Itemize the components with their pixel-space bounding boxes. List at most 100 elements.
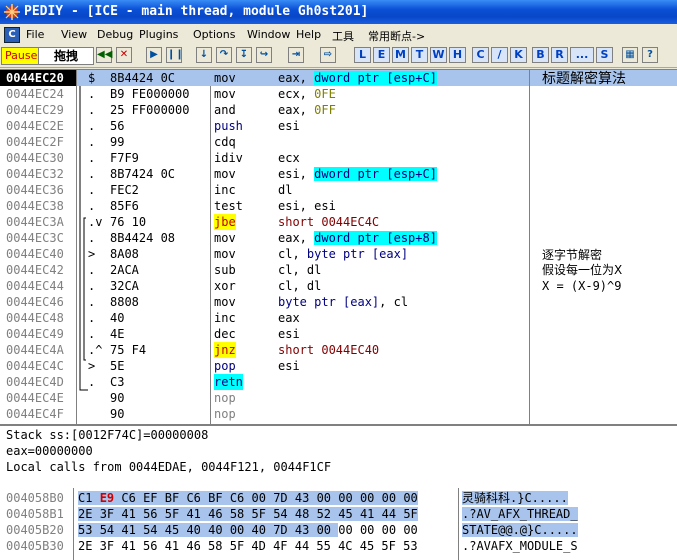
- disasm-bytes: 5E: [110, 359, 125, 373]
- step-into-icon[interactable]: ↓: [196, 47, 212, 63]
- menu-debug[interactable]: Debug: [97, 28, 133, 41]
- toolbar-letter-k[interactable]: K: [510, 47, 527, 63]
- disasm-mnemonic: push: [214, 119, 243, 133]
- disasm-marker: .: [88, 167, 96, 181]
- disasm-marker: .: [88, 103, 96, 117]
- disassembly-pane[interactable]: 0044EC20 $8B4424 0C mov eax, dword ptr [esp…: [0, 69, 677, 424]
- step-over-icon[interactable]: ↷: [216, 47, 232, 63]
- dump-ascii: .?AV_AFX_THREAD_: [462, 507, 578, 521]
- disasm-mnemonic: sub: [214, 263, 236, 277]
- disasm-marker: .: [88, 183, 96, 197]
- disasm-address: 0044EC32: [6, 167, 64, 181]
- disasm-operands: byte ptr [eax], cl: [278, 295, 409, 309]
- disasm-marker: .: [88, 151, 96, 165]
- disasm-row[interactable]: 0044EC49. 4E dec esi: [0, 326, 677, 342]
- menu-view[interactable]: View: [61, 28, 87, 41]
- menu-help[interactable]: Help: [296, 28, 321, 41]
- disasm-mnemonic: and: [214, 103, 236, 117]
- disasm-row[interactable]: 0044EC4E 90 nop: [0, 390, 677, 406]
- disasm-row[interactable]: 0044EC2E. 56 push esi: [0, 118, 677, 134]
- disasm-address: 0044EC4F: [6, 407, 64, 421]
- disasm-operands: ecx, 0FE: [278, 87, 336, 101]
- trace-over-icon[interactable]: ↪: [256, 47, 272, 63]
- disasm-bytes: 90: [110, 391, 125, 405]
- disasm-address: 0044EC4E: [6, 391, 64, 405]
- toolbar-letter-m[interactable]: M: [392, 47, 409, 63]
- dump-hex[interactable]: 2E 3F 41 56 41 46 58 5F 4D 4F 44 55 4C 4…: [78, 538, 418, 554]
- run-icon[interactable]: ▶: [146, 47, 162, 63]
- disasm-row[interactable]: 0044EC2F. 99 cdq: [0, 134, 677, 150]
- menu-plugins[interactable]: Plugins: [139, 28, 178, 41]
- disasm-operands: short 0044EC40: [278, 343, 380, 357]
- toolbar-letter-s[interactable]: S: [596, 47, 613, 63]
- disasm-row[interactable]: 0044EC4C >5E pop esi: [0, 358, 677, 374]
- close-icon[interactable]: ✕: [116, 47, 132, 63]
- drag-box[interactable]: 拖拽: [38, 47, 94, 65]
- disasm-row[interactable]: 0044EC32. 8B7424 0C mov esi, dword ptr [esp…: [0, 166, 677, 182]
- pause-label: Pause: [5, 49, 38, 62]
- pause-icon[interactable]: ❙❙: [166, 47, 184, 63]
- toolbar-letter-h[interactable]: H: [449, 47, 466, 63]
- disasm-operands: eax: [278, 311, 300, 325]
- menu-file[interactable]: File: [26, 28, 44, 41]
- toolbar-letter-t[interactable]: T: [411, 47, 428, 63]
- help-icon[interactable]: ?: [642, 47, 658, 63]
- menu-tools[interactable]: 工具: [332, 28, 354, 44]
- disasm-bytes: 90: [110, 407, 125, 421]
- disasm-operands: esi, esi: [278, 199, 336, 213]
- disasm-address: 0044EC36: [6, 183, 64, 197]
- menu-bar: C File View Debug Plugins Options Window…: [0, 25, 677, 45]
- dump-pane[interactable]: 004058B0 C1 E9 C6 EF BF C6 BF C6 00 7D 43…: [0, 488, 677, 560]
- disasm-row[interactable]: 0044EC24. B9 FE000000 mov ecx, 0FE: [0, 86, 677, 102]
- disasm-row[interactable]: 0044EC4F 90 nop: [0, 406, 677, 422]
- disasm-mnemonic: jbe: [214, 214, 236, 230]
- disasm-marker: >: [88, 247, 96, 261]
- rewind-icon[interactable]: ◀◀: [96, 47, 112, 63]
- dump-hex[interactable]: C1 E9 C6 EF BF C6 BF C6 00 7D 43 00 00 0…: [78, 490, 418, 506]
- column-divider: [73, 488, 74, 560]
- disasm-row[interactable]: 0044EC4D. C3 retn: [0, 374, 677, 390]
- toolbar-letter-r[interactable]: R: [551, 47, 568, 63]
- disasm-operands: eax, dword ptr [esp+C]: [278, 71, 437, 85]
- comment-formula: X = (X-9)^9: [542, 279, 622, 293]
- execute-till-return-icon[interactable]: ⇥: [288, 47, 304, 63]
- dump-hex[interactable]: 53 54 41 54 45 40 40 00 40 7D 43 00 00 0…: [78, 522, 418, 538]
- disasm-bytes: 8808: [110, 295, 139, 309]
- info-local-calls-line: Local calls from 0044EDAE, 0044F121, 004…: [6, 460, 332, 474]
- menu-window[interactable]: Window: [247, 28, 290, 41]
- disasm-mnemonic: nop: [214, 391, 236, 405]
- disasm-row[interactable]: 0044EC36. FEC2 inc dl: [0, 182, 677, 198]
- disasm-row[interactable]: 0044EC29. 25 FF000000 and eax, 0FF: [0, 102, 677, 118]
- toolbar-letter-slash[interactable]: /: [491, 47, 508, 63]
- go-to-icon[interactable]: ⇨: [320, 47, 336, 63]
- disasm-row[interactable]: 0044EC30. F7F9 idiv ecx: [0, 150, 677, 166]
- dump-hex[interactable]: 2E 3F 41 56 5F 41 46 58 5F 54 48 52 45 4…: [78, 506, 418, 522]
- disasm-row[interactable]: 0044EC46. 8808 mov byte ptr [eax], cl: [0, 294, 677, 310]
- disasm-address: 0044EC46: [6, 295, 64, 309]
- app-menu-icon[interactable]: C: [4, 27, 20, 43]
- menu-common-breakpoints[interactable]: 常用断点->: [368, 28, 425, 44]
- comment-byte-decrypt: 逐字节解密: [542, 248, 603, 262]
- disasm-row[interactable]: 0044EC38. 85F6 test esi, esi: [0, 198, 677, 214]
- toolbar-letter-w[interactable]: W: [430, 47, 447, 63]
- disasm-bytes: 4E: [110, 327, 125, 341]
- comment-title-decrypt: 标题解密算法: [542, 71, 626, 87]
- toolbar-letter-c[interactable]: C: [472, 47, 489, 63]
- trace-into-icon[interactable]: ↧: [236, 47, 252, 63]
- grid-icon[interactable]: ▦: [622, 47, 638, 63]
- toolbar-letter-dots[interactable]: ...: [570, 47, 594, 63]
- disasm-row[interactable]: 0044EC3A .v 76 10 jbe short 0044EC4C: [0, 214, 677, 230]
- disasm-bytes: 99: [110, 135, 125, 149]
- disasm-row[interactable]: 0044EC48. 40 inc eax: [0, 310, 677, 326]
- disasm-row[interactable]: 0044EC3C. 8B4424 08 mov eax, dword ptr [esp…: [0, 230, 677, 246]
- disasm-operands: cl, dl: [278, 279, 322, 293]
- toolbar-letter-b[interactable]: B: [532, 47, 549, 63]
- disasm-mnemonic: test: [214, 199, 243, 213]
- menu-options[interactable]: Options: [193, 28, 235, 41]
- toolbar-letter-l[interactable]: L: [354, 47, 371, 63]
- disasm-row[interactable]: 0044EC4A .^ 75 F4 jnz short 0044EC40: [0, 342, 677, 358]
- toolbar-letter-e[interactable]: E: [373, 47, 390, 63]
- disasm-bytes: 8A08: [110, 247, 139, 261]
- disasm-address: 0044EC38: [6, 199, 64, 213]
- info-stack-line: Stack ss:[0012F74C]=00000008: [6, 428, 209, 442]
